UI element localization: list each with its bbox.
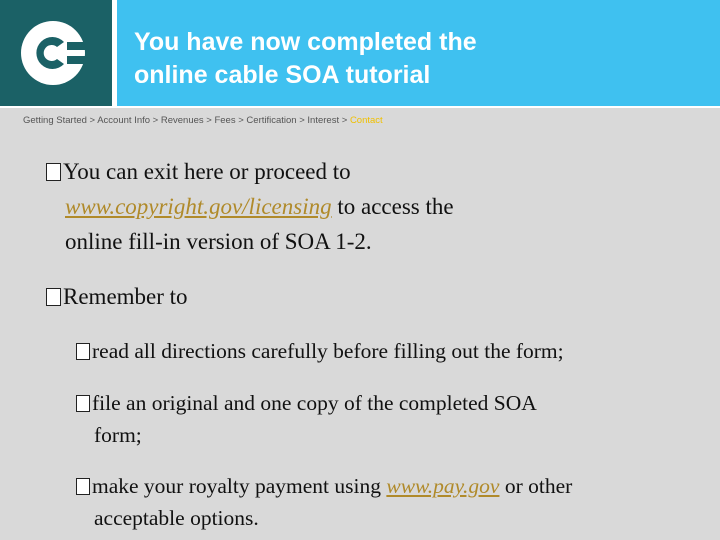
sub-bullet-payment-before-link: make your royalty payment using	[92, 474, 387, 498]
bullet-box-icon	[46, 288, 61, 306]
page-title-line2: online cable SOA tutorial	[134, 61, 431, 89]
breadcrumb: Getting Started > Account Info > Revenue…	[23, 115, 383, 126]
sub-bullet-file-line1: file an original and one copy of the com…	[92, 391, 537, 415]
bullet-remember-text: Remember to	[63, 284, 188, 309]
breadcrumb-item-certification[interactable]: Certification	[246, 115, 296, 126]
copyright-c-logo-icon	[21, 21, 89, 85]
breadcrumb-separator: >	[339, 115, 350, 126]
sub-bullet-file-original: file an original and one copy of the com…	[76, 387, 537, 451]
breadcrumb-separator: >	[235, 115, 247, 126]
sub-bullet-box-icon	[76, 343, 90, 360]
page-title: You have now completed the online cable …	[134, 26, 694, 92]
sub-bullet-royalty-payment: make your royalty payment using www.pay.…	[76, 470, 572, 534]
pay-gov-link[interactable]: www.pay.gov	[386, 474, 499, 498]
bullet-box-icon	[46, 163, 61, 181]
breadcrumb-item-revenues[interactable]: Revenues	[161, 115, 204, 126]
sub-bullet-box-icon	[76, 395, 90, 412]
bullet-exit-after-link: to access the	[331, 194, 454, 219]
sub-bullet-payment-after-link: or other	[499, 474, 573, 498]
breadcrumb-item-getting-started[interactable]: Getting Started	[23, 115, 87, 126]
sub-bullet-box-icon	[76, 478, 90, 495]
title-banner: You have now completed the online cable …	[117, 0, 720, 106]
sub-bullet-payment-line2: acceptable options.	[94, 506, 259, 530]
sub-bullet-file-line2: form;	[94, 423, 142, 447]
breadcrumb-separator: >	[296, 115, 308, 126]
logo	[0, 0, 112, 106]
sub-bullet-read-text: read all directions carefully before fil…	[92, 339, 564, 363]
breadcrumb-item-contact[interactable]: Contact	[350, 115, 383, 126]
copyright-licensing-link[interactable]: www.copyright.gov/licensing	[65, 194, 332, 219]
page-title-line1: You have now completed the	[134, 28, 477, 56]
breadcrumb-item-interest[interactable]: Interest	[307, 115, 339, 126]
bullet-exit-line1: You can exit here or proceed to	[63, 159, 351, 184]
breadcrumb-item-account-info[interactable]: Account Info	[97, 115, 150, 126]
sub-bullet-read-directions: read all directions carefully before fil…	[76, 335, 564, 367]
bullet-remember-to: Remember to	[46, 279, 188, 314]
bullet-exit-line3: online fill-in version of SOA 1-2.	[65, 229, 372, 254]
breadcrumb-separator: >	[86, 115, 98, 126]
breadcrumb-separator: >	[150, 115, 161, 126]
bullet-exit-or-proceed: You can exit here or proceed to www.copy…	[46, 154, 454, 259]
breadcrumb-separator: >	[203, 115, 215, 126]
header-banner: You have now completed the online cable …	[0, 0, 720, 108]
breadcrumb-item-fees[interactable]: Fees	[214, 115, 235, 126]
